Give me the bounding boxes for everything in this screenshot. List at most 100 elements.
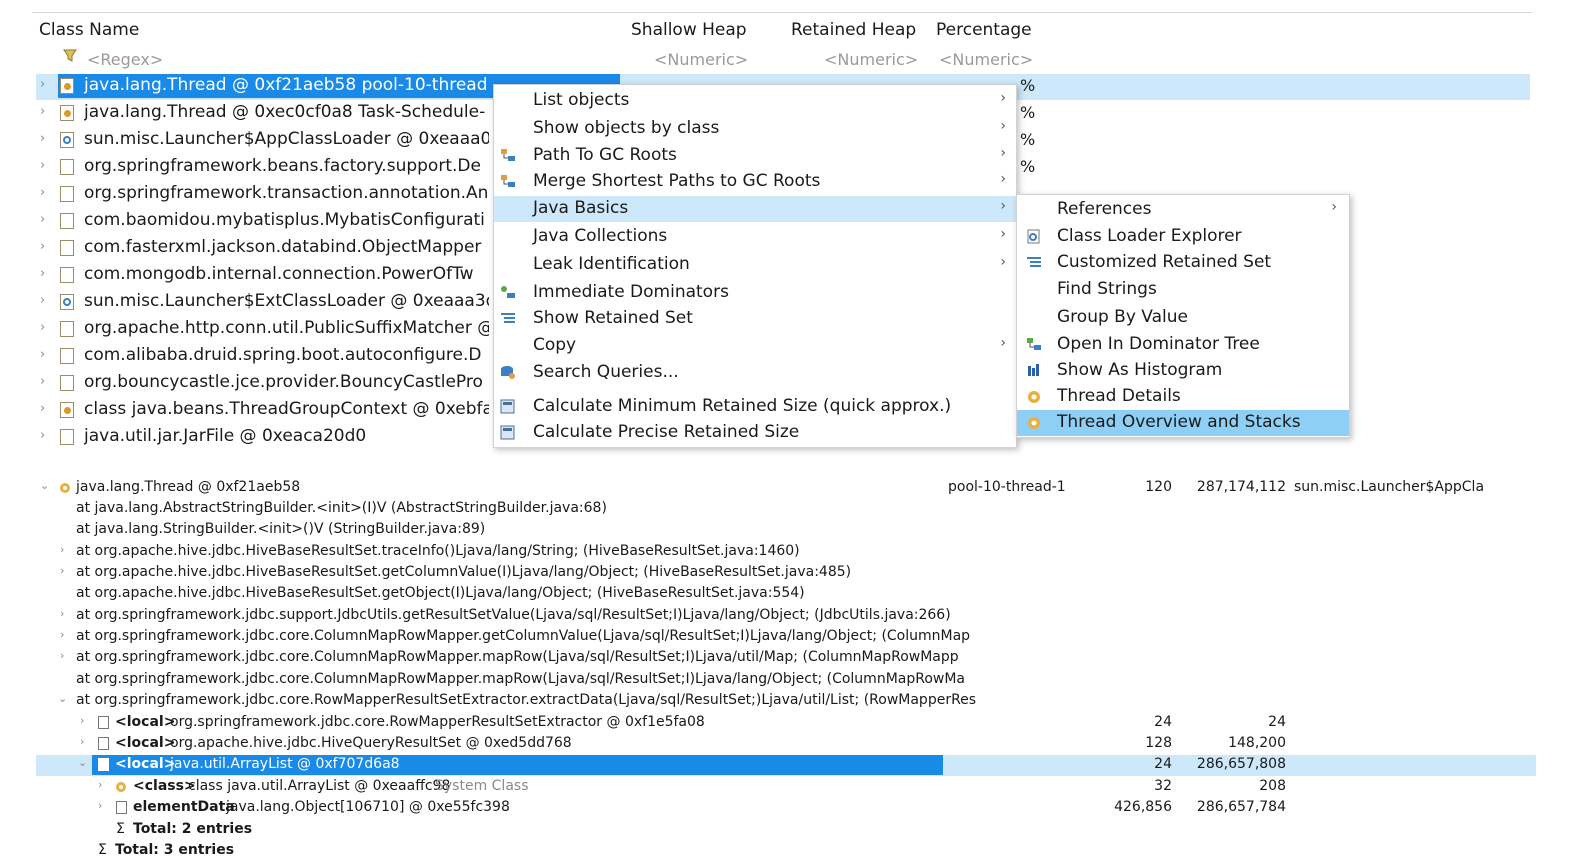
menu-item-merge-shortest-paths[interactable]: Merge Shortest Paths to GC Roots ›	[494, 169, 1016, 195]
child-tag: <class>	[133, 778, 196, 794]
expand-icon[interactable]: ›	[40, 428, 45, 443]
menu-item-list-objects[interactable]: List objects ›	[494, 88, 1016, 114]
histogram-icon	[1026, 363, 1042, 378]
menu-item-calc-precise-retained[interactable]: Calculate Precise Retained Size	[494, 420, 1016, 446]
menu-item-java-basics[interactable]: Java Basics ›	[494, 196, 1016, 222]
expand-icon[interactable]: ›	[40, 185, 45, 200]
local-tag: <local>	[115, 735, 176, 751]
child-row[interactable]: › elementData java.lang.Object[106710] @…	[36, 798, 1536, 819]
child-row[interactable]: › <class> class java.util.ArrayList @ 0x…	[36, 777, 1536, 798]
stack-frame[interactable]: › at org.apache.hive.jdbc.HiveBaseResultS…	[36, 542, 1536, 563]
stack-frame-label: at org.springframework.jdbc.core.ColumnM…	[76, 649, 959, 665]
column-header-percentage[interactable]: Percentage	[936, 20, 1032, 40]
shallow-filter-input[interactable]: <Numeric>	[654, 50, 748, 69]
expand-icon[interactable]: ›	[60, 543, 64, 556]
local-variable-row[interactable]: › <local> org.apache.hive.jdbc.HiveQuery…	[36, 734, 1536, 755]
retained-filter-input[interactable]: <Numeric>	[824, 50, 918, 69]
stack-frame[interactable]: at org.apache.hive.jdbc.HiveBaseResultSe…	[36, 584, 1536, 605]
expand-icon[interactable]: ›	[40, 212, 45, 227]
submenu-item-thread-overview-and-stacks[interactable]: Thread Overview and Stacks	[1017, 410, 1349, 436]
menu-item-path-to-gc-roots[interactable]: Path To GC Roots ›	[494, 143, 1016, 169]
submenu-item-find-strings[interactable]: Find Strings	[1017, 277, 1349, 303]
menu-item-java-collections[interactable]: Java Collections ›	[494, 224, 1016, 250]
stack-frame[interactable]: › at org.springframework.jdbc.core.Column…	[36, 648, 1536, 669]
submenu-item-show-as-histogram[interactable]: Show As Histogram	[1017, 358, 1349, 384]
expand-icon[interactable]: ›	[60, 628, 64, 641]
percentage-filter-input[interactable]: <Numeric>	[939, 50, 1033, 69]
submenu-item-thread-details[interactable]: Thread Details	[1017, 384, 1349, 410]
stack-frame[interactable]: at org.springframework.jdbc.core.ColumnM…	[36, 670, 1536, 691]
regex-filter-input[interactable]: <Regex>	[87, 50, 163, 69]
row-label: sun.misc.Launcher$AppClassLoader @ 0xeaa…	[84, 129, 489, 149]
stack-frame[interactable]: at java.lang.AbstractStringBuilder.<init…	[36, 499, 1536, 520]
submenu-item-label: Thread Details	[1057, 386, 1181, 406]
object-icon	[60, 375, 74, 391]
row-label: sun.misc.Launcher$ExtClassLoader @ 0xeaa…	[84, 291, 489, 311]
menu-item-show-objects-by-class[interactable]: Show objects by class ›	[494, 116, 1016, 142]
chevron-right-icon: ›	[1000, 145, 1006, 161]
chevron-down-icon[interactable]: ⌄	[40, 479, 49, 492]
menu-item-label: Show Retained Set	[533, 308, 693, 328]
local-variable-row[interactable]: ⌄ <local> java.util.ArrayList @ 0xf707d6…	[36, 755, 1536, 776]
stack-frame[interactable]: › at org.apache.hive.jdbc.HiveBaseResultS…	[36, 563, 1536, 584]
stack-frame[interactable]: ⌄ at org.springframework.jdbc.core.RowMap…	[36, 691, 1536, 712]
column-header-retained-heap[interactable]: Retained Heap	[791, 20, 916, 40]
expand-icon[interactable]: ›	[60, 564, 64, 577]
expand-icon[interactable]: ›	[80, 714, 84, 727]
expand-icon[interactable]: ›	[98, 799, 102, 812]
thread-row[interactable]: ⌄ java.lang.Thread @ 0xf21aeb58 pool-10-…	[36, 478, 1536, 499]
column-header-class-name[interactable]: Class Name	[39, 20, 139, 40]
local-variable-row[interactable]: › <local> org.springframework.jdbc.core.…	[36, 713, 1536, 734]
expand-icon[interactable]: ›	[40, 77, 45, 92]
row-label: org.bouncycastle.jce.provider.BouncyCast…	[84, 372, 483, 392]
chevron-down-icon[interactable]: ⌄	[78, 756, 87, 769]
class-icon	[114, 780, 128, 798]
expand-icon[interactable]: ›	[60, 649, 64, 662]
submenu-item-open-in-dominator-tree[interactable]: Open In Dominator Tree	[1017, 332, 1349, 358]
object-icon	[60, 213, 74, 229]
stack-frame[interactable]: › at org.springframework.jdbc.core.Column…	[36, 627, 1536, 648]
menu-item-show-retained-set[interactable]: Show Retained Set	[494, 306, 1016, 332]
stack-frame[interactable]: at java.lang.StringBuilder.<init>()V (St…	[36, 520, 1536, 541]
menu-item-search-queries[interactable]: Search Queries...	[494, 360, 1016, 386]
menu-item-calc-min-retained[interactable]: Calculate Minimum Retained Size (quick a…	[494, 394, 1016, 420]
row-label: java.lang.Thread @ 0xf21aeb58 pool-10-th…	[84, 75, 488, 95]
expand-icon[interactable]: ›	[40, 104, 45, 119]
sum-icon: Σ	[116, 821, 125, 837]
thread-icon	[1026, 389, 1042, 404]
retained-heap-value: 286,657,784	[1196, 799, 1286, 815]
total-entries: Total: 3 entries	[115, 842, 235, 858]
expand-icon[interactable]: ›	[40, 293, 45, 308]
expand-icon[interactable]: ›	[80, 735, 84, 748]
classloader-icon	[60, 132, 74, 148]
expand-icon[interactable]: ›	[40, 320, 45, 335]
expand-icon[interactable]: ›	[40, 401, 45, 416]
expand-icon[interactable]: ›	[40, 158, 45, 173]
column-header-shallow-heap[interactable]: Shallow Heap	[631, 20, 747, 40]
chevron-down-icon[interactable]: ⌄	[58, 692, 67, 705]
expand-icon[interactable]: ›	[40, 374, 45, 389]
expand-icon[interactable]: ›	[98, 778, 102, 791]
retained-heap-value: 208	[1259, 778, 1286, 794]
shallow-heap-value: 24	[1154, 714, 1172, 730]
submenu-item-group-by-value[interactable]: Group By Value	[1017, 305, 1349, 331]
expand-icon[interactable]: ›	[40, 347, 45, 362]
row-label: com.fasterxml.jackson.databind.ObjectMap…	[84, 237, 482, 257]
stack-frame[interactable]: › at org.springframework.jdbc.support.Jdb…	[36, 606, 1536, 627]
menu-item-copy[interactable]: Copy ›	[494, 333, 1016, 359]
submenu-item-label: References	[1057, 199, 1152, 219]
sum-icon: Σ	[98, 842, 107, 858]
submenu-item-class-loader-explorer[interactable]: Class Loader Explorer	[1017, 224, 1349, 250]
expand-icon[interactable]: ›	[40, 239, 45, 254]
object-icon	[60, 240, 74, 256]
row-label: java.lang.Thread @ 0xec0cf0a8 Task-Sched…	[84, 102, 486, 122]
chevron-right-icon: ›	[1000, 254, 1006, 270]
submenu-item-references[interactable]: References ›	[1017, 197, 1349, 223]
submenu-item-customized-retained-set[interactable]: Customized Retained Set	[1017, 250, 1349, 276]
menu-item-immediate-dominators[interactable]: Immediate Dominators	[494, 280, 1016, 306]
chevron-right-icon: ›	[1000, 335, 1006, 351]
expand-icon[interactable]: ›	[60, 607, 64, 620]
expand-icon[interactable]: ›	[40, 131, 45, 146]
menu-item-leak-identification[interactable]: Leak Identification ›	[494, 252, 1016, 278]
expand-icon[interactable]: ›	[40, 266, 45, 281]
